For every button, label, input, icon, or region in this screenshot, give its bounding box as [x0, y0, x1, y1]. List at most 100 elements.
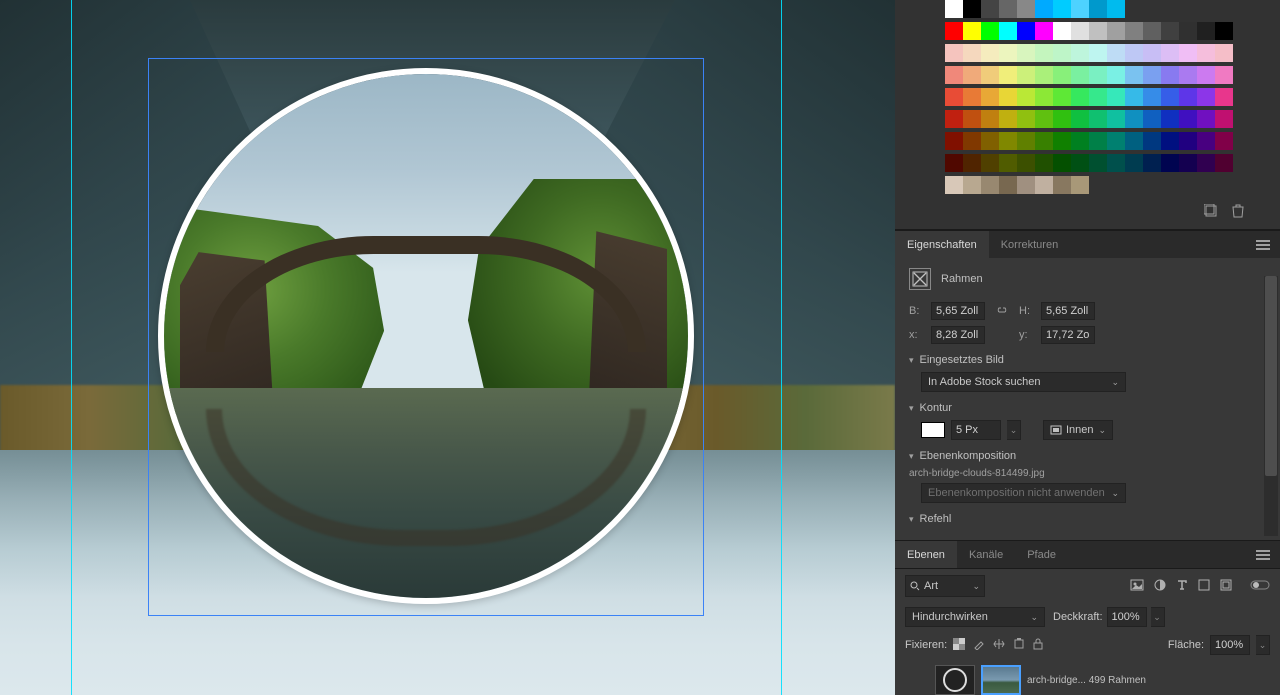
color-swatch[interactable] [963, 110, 981, 128]
color-swatch[interactable] [999, 176, 1017, 194]
color-swatch[interactable] [1017, 132, 1035, 150]
color-swatch[interactable] [1053, 88, 1071, 106]
color-swatch[interactable] [1107, 66, 1125, 84]
color-swatch[interactable] [1197, 132, 1215, 150]
guide-vertical[interactable] [71, 0, 72, 695]
color-swatch[interactable] [1197, 88, 1215, 106]
color-swatch[interactable] [1017, 66, 1035, 84]
color-swatch[interactable] [1035, 154, 1053, 172]
section-befehl[interactable]: ▾ Refehl [909, 513, 1266, 525]
color-swatch[interactable] [1017, 154, 1035, 172]
lock-all-icon[interactable] [1033, 638, 1043, 653]
color-swatch[interactable] [1089, 154, 1107, 172]
color-swatch[interactable] [945, 154, 963, 172]
scrollbar-thumb[interactable] [1265, 276, 1277, 476]
blend-mode-select[interactable]: Hindurchwirken ⌄ [905, 607, 1045, 627]
fill-input[interactable] [1210, 635, 1250, 655]
color-swatch[interactable] [1161, 44, 1179, 62]
color-swatch[interactable] [981, 132, 999, 150]
height-input[interactable] [1041, 302, 1095, 320]
tab-layers[interactable]: Ebenen [895, 541, 957, 568]
color-swatch[interactable] [1143, 110, 1161, 128]
lock-artboard-icon[interactable] [1013, 638, 1025, 653]
color-swatch[interactable] [1053, 44, 1071, 62]
color-swatch[interactable] [1125, 44, 1143, 62]
section-stroke[interactable]: ▾ Kontur [909, 402, 1266, 414]
color-swatch[interactable] [945, 44, 963, 62]
color-swatch[interactable] [1071, 176, 1089, 194]
link-dimensions-icon[interactable] [995, 305, 1009, 318]
width-input[interactable] [931, 302, 985, 320]
color-swatch[interactable] [1089, 0, 1107, 18]
color-swatch[interactable] [1161, 66, 1179, 84]
tab-properties[interactable]: Eigenschaften [895, 231, 989, 258]
color-swatch[interactable] [1215, 154, 1233, 172]
fill-stepper[interactable]: ⌄ [1256, 635, 1270, 655]
lock-position-icon[interactable] [993, 638, 1005, 653]
color-swatch[interactable] [1053, 22, 1071, 40]
color-swatch[interactable] [1107, 154, 1125, 172]
color-swatch[interactable] [1143, 66, 1161, 84]
canvas-area[interactable] [0, 0, 895, 695]
color-swatch[interactable] [1143, 88, 1161, 106]
color-swatch[interactable] [1143, 154, 1161, 172]
stock-search-dropdown[interactable]: In Adobe Stock suchen ⌄ [921, 372, 1126, 392]
stroke-size-stepper[interactable]: ⌄ [1007, 420, 1021, 440]
color-swatch[interactable] [1035, 88, 1053, 106]
color-swatch[interactable] [963, 66, 981, 84]
color-swatch[interactable] [1161, 110, 1179, 128]
color-swatch[interactable] [1071, 0, 1089, 18]
color-swatch[interactable] [1125, 22, 1143, 40]
color-swatch[interactable] [1215, 66, 1233, 84]
panel-menu-icon[interactable] [1246, 232, 1280, 258]
color-swatch[interactable] [963, 22, 981, 40]
color-swatch[interactable] [1179, 132, 1197, 150]
color-swatch[interactable] [1017, 88, 1035, 106]
x-input[interactable] [931, 326, 985, 344]
color-swatch[interactable] [1179, 44, 1197, 62]
color-swatch[interactable] [1035, 0, 1053, 18]
color-swatch[interactable] [1215, 88, 1233, 106]
color-swatch[interactable] [1125, 88, 1143, 106]
new-swatch-icon[interactable] [1204, 204, 1218, 221]
color-swatch[interactable] [945, 22, 963, 40]
color-swatch[interactable] [1053, 154, 1071, 172]
layer-filter-type[interactable]: Art ⌄ [905, 575, 985, 597]
tab-paths[interactable]: Pfade [1015, 541, 1068, 568]
color-swatch[interactable] [1035, 132, 1053, 150]
color-swatch[interactable] [1125, 132, 1143, 150]
color-swatch[interactable] [945, 176, 963, 194]
color-swatch[interactable] [1215, 132, 1233, 150]
color-swatch[interactable] [945, 88, 963, 106]
color-swatch[interactable] [1035, 22, 1053, 40]
color-swatch[interactable] [981, 22, 999, 40]
color-swatch[interactable] [963, 44, 981, 62]
filter-shape-icon[interactable] [1198, 579, 1210, 594]
tab-channels[interactable]: Kanäle [957, 541, 1015, 568]
color-swatch[interactable] [999, 88, 1017, 106]
color-swatch[interactable] [999, 110, 1017, 128]
color-swatch[interactable] [1143, 22, 1161, 40]
color-swatch[interactable] [1089, 110, 1107, 128]
color-swatch[interactable] [999, 66, 1017, 84]
color-swatch[interactable] [1197, 110, 1215, 128]
color-swatch[interactable] [963, 0, 981, 18]
color-swatch[interactable] [1053, 176, 1071, 194]
color-swatch[interactable] [1161, 132, 1179, 150]
color-swatch[interactable] [1017, 22, 1035, 40]
color-swatch[interactable] [1197, 66, 1215, 84]
stroke-size-input[interactable] [951, 420, 1001, 440]
filter-type-icon[interactable] [1176, 579, 1188, 594]
color-swatch[interactable] [963, 176, 981, 194]
layer-image-thumb[interactable] [981, 665, 1021, 695]
color-swatch[interactable] [981, 110, 999, 128]
color-swatch[interactable] [981, 154, 999, 172]
color-swatch[interactable] [999, 0, 1017, 18]
filter-smartobject-icon[interactable] [1220, 579, 1232, 594]
color-swatch[interactable] [1143, 132, 1161, 150]
color-swatch[interactable] [1107, 88, 1125, 106]
color-swatch[interactable] [1197, 154, 1215, 172]
color-swatch[interactable] [981, 0, 999, 18]
filter-toggle-icon[interactable] [1250, 579, 1270, 594]
stroke-color-chip[interactable] [921, 422, 945, 438]
